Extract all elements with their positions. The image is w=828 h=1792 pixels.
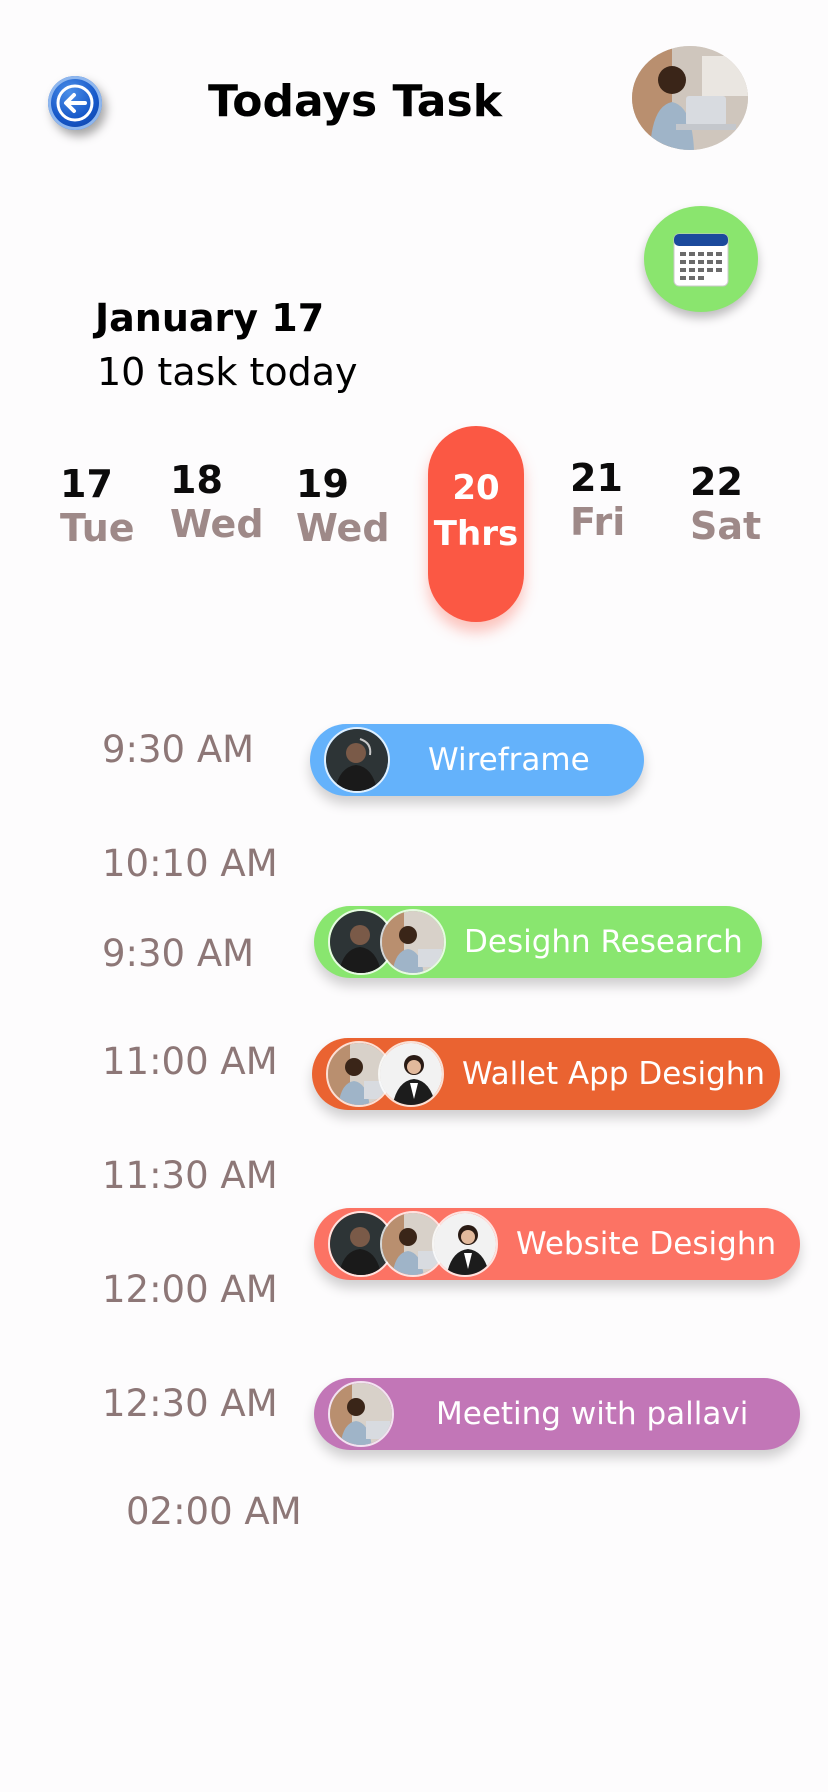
day-number: 22 xyxy=(690,460,743,504)
back-button[interactable] xyxy=(48,76,102,130)
assignee-avatars xyxy=(326,1041,444,1107)
task-design-research[interactable]: Desighn Research xyxy=(314,906,762,978)
user-avatar[interactable] xyxy=(632,46,748,150)
page-title: Todays Task xyxy=(208,76,502,127)
task-wireframe[interactable]: Wireframe xyxy=(310,724,644,796)
task-meeting-with-pallavi[interactable]: Meeting with pallavi xyxy=(314,1378,800,1450)
assignee-avatars xyxy=(328,1381,394,1447)
day-17[interactable]: 17 Tue xyxy=(60,462,135,550)
time-label: 11:00 AM xyxy=(102,1040,278,1083)
day-21[interactable]: 21 Fri xyxy=(570,456,625,544)
task-label: Wireframe xyxy=(428,742,590,778)
calendar-icon xyxy=(673,233,729,287)
day-name: Wed xyxy=(296,506,390,550)
task-wallet-app-design[interactable]: Wallet App Desighn xyxy=(312,1038,780,1110)
selected-date: January 17 xyxy=(95,296,325,340)
assignee-avatars xyxy=(324,727,390,793)
task-label: Website Desighn xyxy=(516,1226,777,1262)
time-label: 12:30 AM xyxy=(102,1382,278,1425)
day-name: Tue xyxy=(60,506,135,550)
assignee-avatar xyxy=(324,727,390,793)
time-label: 9:30 AM xyxy=(102,932,255,975)
task-label: Wallet App Desighn xyxy=(462,1056,766,1092)
assignee-avatars xyxy=(328,909,446,975)
day-name: Thrs xyxy=(433,514,519,554)
arrow-left-icon xyxy=(56,84,94,122)
day-number: 21 xyxy=(570,456,623,500)
time-label: 12:00 AM xyxy=(102,1268,278,1311)
assignee-avatar xyxy=(378,1041,444,1107)
calendar-button[interactable] xyxy=(644,206,758,312)
assignee-avatar xyxy=(380,909,446,975)
task-label: Meeting with pallavi xyxy=(436,1396,749,1432)
day-18[interactable]: 18 Wed xyxy=(170,458,264,546)
day-name: Sat xyxy=(690,504,762,548)
day-number: 18 xyxy=(170,458,223,502)
time-label: 9:30 AM xyxy=(102,728,255,771)
day-22[interactable]: 22 Sat xyxy=(690,460,761,548)
assignee-avatar xyxy=(328,1381,394,1447)
task-label: Desighn Research xyxy=(464,924,743,960)
day-name: Fri xyxy=(570,500,626,544)
time-label: 11:30 AM xyxy=(102,1154,278,1197)
day-number: 19 xyxy=(296,462,349,506)
day-19[interactable]: 19 Wed xyxy=(296,462,390,550)
task-website-design[interactable]: Website Desighn xyxy=(314,1208,800,1280)
assignee-avatar xyxy=(432,1211,498,1277)
time-label: 10:10 AM xyxy=(102,842,278,885)
day-name: Wed xyxy=(170,502,264,546)
assignee-avatars xyxy=(328,1211,498,1277)
day-20-selected[interactable]: 20 Thrs xyxy=(428,426,524,622)
time-label: 02:00 AM xyxy=(126,1490,302,1533)
day-number: 17 xyxy=(60,462,113,506)
day-number: 20 xyxy=(452,468,500,508)
task-count: 10 task today xyxy=(97,350,358,394)
